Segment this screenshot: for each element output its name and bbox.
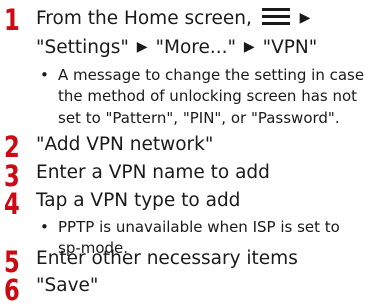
menu-icon <box>261 8 290 25</box>
procedure-steps: 1 From the Home screen, ▶ "Settings" ▶ "… <box>0 0 371 305</box>
step-1-note-text: A message to change the setting in case … <box>58 66 365 127</box>
step-1-prefix: From the Home screen, <box>36 8 252 29</box>
bullet-icon: • <box>40 66 49 84</box>
arrow-icon: ▶ <box>299 10 311 26</box>
step-1-note: • A message to change the setting in cas… <box>40 65 365 129</box>
arrow-icon: ▶ <box>136 39 148 55</box>
step-number: 4 <box>4 187 20 221</box>
step-number: 1 <box>4 3 20 37</box>
step-2-text: "Add VPN network" <box>36 134 214 155</box>
arrow-icon: ▶ <box>243 39 255 55</box>
step-1-item-vpn: "VPN" <box>262 37 318 58</box>
step-1-line-1: From the Home screen, ▶ <box>36 4 312 33</box>
step-1-line-2: "Settings" ▶ "More..." ▶ "VPN" <box>36 33 317 62</box>
step-4-text: Tap a VPN type to add <box>36 190 241 211</box>
step-number: 2 <box>4 130 20 164</box>
bullet-icon: • <box>40 218 49 236</box>
step-1-item-more: "More..." <box>155 37 236 58</box>
step-6-text: "Save" <box>36 275 99 296</box>
step-5-text: Enter other necessary items <box>36 248 298 269</box>
step-3-text: Enter a VPN name to add <box>36 162 270 183</box>
step-1-item-settings: "Settings" <box>36 37 129 58</box>
